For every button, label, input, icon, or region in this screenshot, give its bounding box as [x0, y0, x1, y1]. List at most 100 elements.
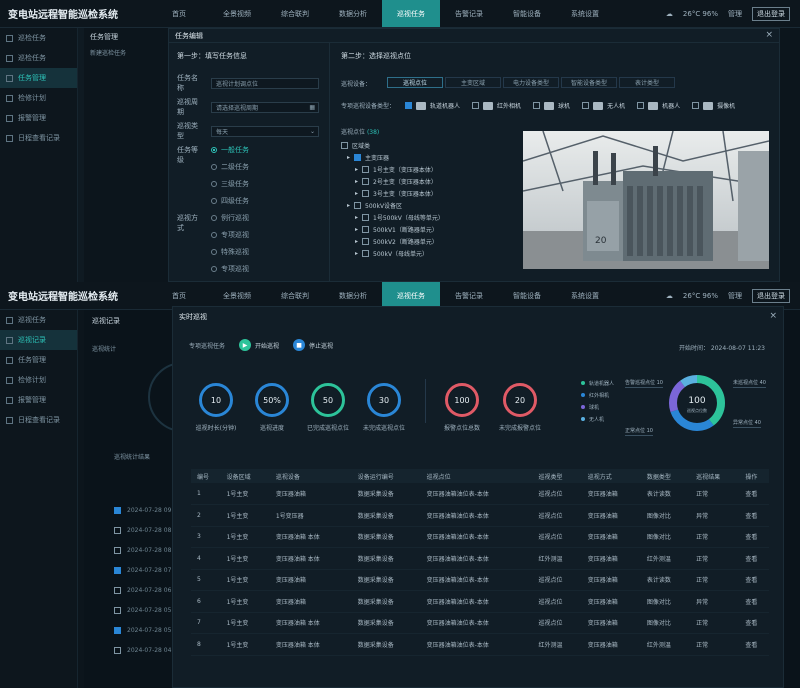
sidebar-item[interactable]: 日程查看记录	[0, 410, 77, 430]
checkbox[interactable]	[582, 102, 590, 109]
table-cell[interactable]: 查看	[739, 526, 769, 548]
sidebar-item[interactable]: 检修计划	[0, 370, 77, 390]
tree-checkbox[interactable]	[362, 189, 370, 197]
nav-item[interactable]: 数据分析	[324, 282, 382, 309]
history-row[interactable]: 2024-07-28 08	[114, 540, 171, 560]
table-row[interactable]: 3 1号主变 变压器油箱 本体 数据采集设备 变压器油箱油位表-本体 巡视点位 变压器油箱图…	[191, 526, 769, 548]
row-checkbox[interactable]	[114, 646, 121, 654]
tree-node[interactable]: ▸ 2号主变（变压器本体）	[341, 175, 521, 187]
sidebar-item[interactable]: 巡视任务	[0, 310, 77, 330]
tree-checkbox[interactable]	[354, 153, 362, 161]
radio-option[interactable]: 特殊巡视	[211, 247, 249, 257]
row-checkbox[interactable]	[114, 526, 121, 534]
table-cell[interactable]: 查看	[739, 483, 769, 505]
history-row[interactable]: 2024-07-28 07	[114, 560, 171, 580]
nav-item[interactable]: 系统设置	[556, 282, 614, 309]
segment-tab[interactable]: 巡视点位	[387, 77, 443, 88]
tree-checkbox[interactable]	[354, 201, 362, 209]
row-checkbox[interactable]	[114, 606, 121, 614]
radio-option[interactable]: 三级任务	[211, 179, 249, 189]
sidebar-item[interactable]: 检修计划	[0, 88, 77, 108]
checkbox[interactable]	[405, 102, 413, 109]
row-checkbox[interactable]	[114, 566, 121, 574]
field-input[interactable]: 巡视计划调点位	[211, 77, 319, 89]
row-checkbox[interactable]	[114, 546, 121, 554]
robot-type-option[interactable]: 球机	[533, 101, 570, 110]
tree-node[interactable]: ▸ 主变压器	[341, 151, 521, 163]
field-input[interactable]: 请选择巡视周期 ▦	[211, 101, 319, 113]
tree-node[interactable]: ▸ 1号500kV（母线等单元）	[341, 211, 521, 223]
nav-item[interactable]: 综合联判	[266, 0, 324, 27]
sidebar-item[interactable]: 日程查看记录	[0, 128, 77, 148]
table-row[interactable]: 8 1号主变 变压器油箱 本体 数据采集设备 变压器油箱油位表-本体 红外测温 变压器油箱红…	[191, 633, 769, 656]
sidebar-item[interactable]: 巡视记录	[0, 330, 77, 350]
nav-item[interactable]: 告警记录	[440, 0, 498, 27]
history-row[interactable]: 2024-07-28 09	[114, 500, 171, 520]
close-icon[interactable]: ×	[769, 311, 777, 321]
robot-type-option[interactable]: 机器人	[637, 101, 680, 110]
table-row[interactable]: 2 1号主变 1号变压器 数据采集设备 变压器油箱油位表-本体 巡视点位 变压器油箱 图像对比…	[191, 504, 769, 527]
robot-type-option[interactable]: 轨道机器人	[405, 101, 460, 110]
tree-node[interactable]: ▸ 1号主变（变压器本体）	[341, 163, 521, 175]
table-cell[interactable]: 查看	[739, 590, 769, 613]
table-row[interactable]: 6 1号主变 变压器油箱 数据采集设备 变压器油箱油位表-本体 巡视点位 变压器油箱 图像对比…	[191, 590, 769, 613]
table-cell[interactable]: 查看	[739, 547, 769, 570]
tree-node[interactable]: ▸ 500kV1（断路器单元）	[341, 223, 521, 235]
tree-node[interactable]: ▸ 3号主变（变压器本体）	[341, 187, 521, 199]
table-row[interactable]: 1 1号主变 变压器油箱 数据采集设备 变压器油箱油位表-本体 巡视点位 变压器油箱 表计读数…	[191, 483, 769, 505]
tree-checkbox[interactable]	[341, 141, 348, 149]
segment-tab[interactable]: 电力设备类型	[503, 77, 559, 88]
sidebar-item[interactable]: 任务管理	[0, 68, 77, 88]
radio-option[interactable]: 二级任务	[211, 162, 249, 172]
start-button[interactable]: ▶ 开始巡视	[239, 339, 279, 351]
nav-item[interactable]: 首页	[150, 282, 208, 309]
checkbox[interactable]	[692, 102, 700, 109]
row-checkbox[interactable]	[114, 626, 121, 634]
stop-button[interactable]: ■ 停止巡视	[293, 339, 333, 351]
tree-node[interactable]: ▸ 500kV（母线单元）	[341, 247, 521, 259]
sidebar-item[interactable]: 巡检任务	[0, 48, 77, 68]
table-cell[interactable]: 查看	[739, 504, 769, 527]
row-checkbox[interactable]	[114, 506, 121, 514]
nav-item[interactable]: 全景视频	[208, 0, 266, 27]
radio-option[interactable]: 专项巡视	[211, 230, 249, 240]
radio-option[interactable]: 四级任务	[211, 196, 249, 206]
history-row[interactable]: 2024-07-28 08	[114, 520, 171, 540]
nav-item[interactable]: 巡视任务	[382, 0, 440, 27]
nav-item[interactable]: 全景视频	[208, 282, 266, 309]
history-row[interactable]: 2024-07-28 05	[114, 620, 171, 640]
tree-node[interactable]: 区域类	[341, 139, 521, 151]
radio-option[interactable]: 例行巡视	[211, 213, 249, 223]
table-row[interactable]: 7 1号主变 变压器油箱 本体 数据采集设备 变压器油箱油位表-本体 巡视点位 变压器油箱图…	[191, 612, 769, 634]
table-cell[interactable]: 查看	[739, 633, 769, 656]
logout-button[interactable]: 退出登录	[752, 6, 790, 21]
nav-item[interactable]: 综合联判	[266, 282, 324, 309]
sidebar-item[interactable]: 报警管理	[0, 108, 77, 128]
nav-item[interactable]: 首页	[150, 0, 208, 27]
robot-type-option[interactable]: 红外相机	[472, 101, 521, 110]
close-icon[interactable]: ×	[765, 30, 773, 40]
checkbox[interactable]	[533, 102, 541, 109]
table-row[interactable]: 4 1号主变 变压器油箱 本体 数据采集设备 变压器油箱油位表-本体 红外测温 变压器油箱红…	[191, 547, 769, 570]
nav-item[interactable]: 智能设备	[498, 0, 556, 27]
history-row[interactable]: 2024-07-28 04	[114, 640, 171, 660]
tree-checkbox[interactable]	[362, 237, 370, 245]
user-name[interactable]: 管理	[728, 9, 742, 19]
row-checkbox[interactable]	[114, 586, 121, 594]
robot-type-option[interactable]: 摄像机	[692, 101, 735, 110]
tree-checkbox[interactable]	[362, 165, 370, 173]
nav-item[interactable]: 数据分析	[324, 0, 382, 27]
sidebar-item[interactable]: 任务管理	[0, 350, 77, 370]
table-cell[interactable]: 查看	[739, 612, 769, 634]
history-row[interactable]: 2024-07-28 06	[114, 580, 171, 600]
nav-item[interactable]: 智能设备	[498, 282, 556, 309]
nav-item[interactable]: 告警记录	[440, 282, 498, 309]
robot-type-option[interactable]: 无人机	[582, 101, 625, 110]
segment-tab[interactable]: 主变区域	[445, 77, 501, 88]
history-row[interactable]: 2024-07-28 05	[114, 600, 171, 620]
segment-tab[interactable]: 智能设备类型	[561, 77, 617, 88]
sidebar-item[interactable]: 巡检任务	[0, 28, 77, 48]
nav-item[interactable]: 系统设置	[556, 0, 614, 27]
checkbox[interactable]	[472, 102, 480, 109]
field-input[interactable]: 每天 ⌄	[211, 125, 319, 137]
